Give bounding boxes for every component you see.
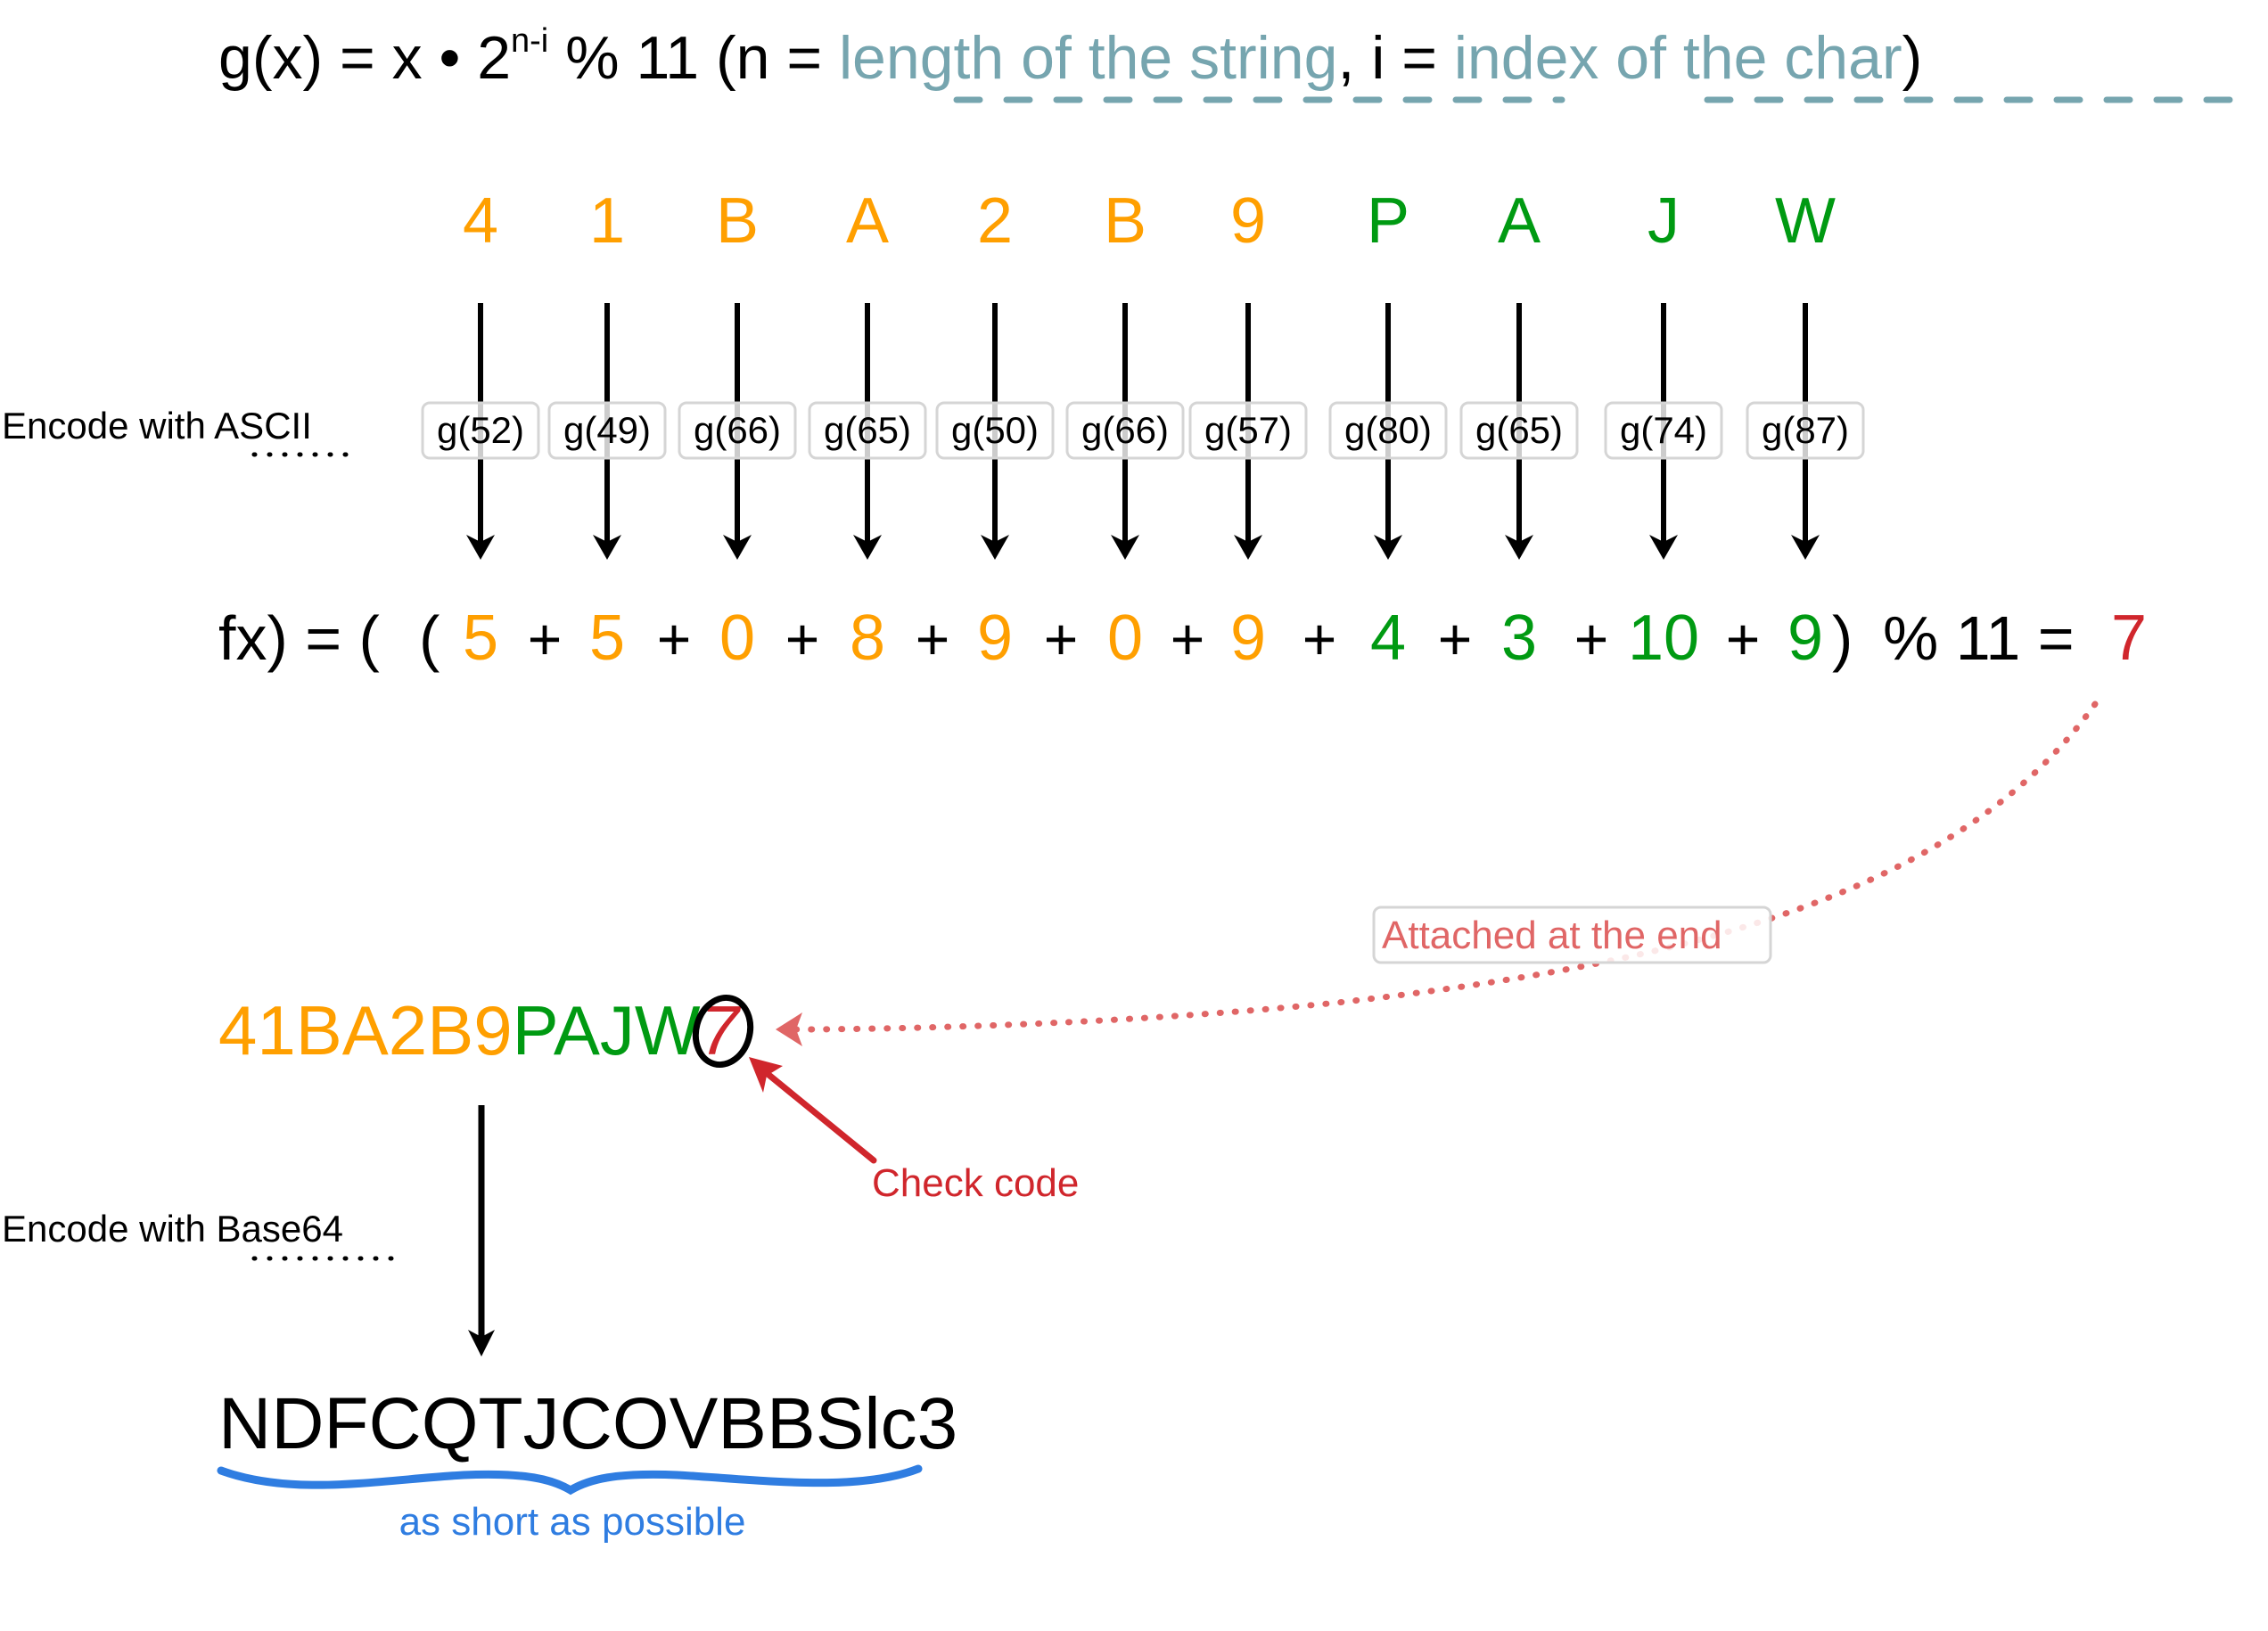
encoded-text: 41BA2B9PAJW7 (218, 991, 742, 1070)
term-length-of-string: length of the string (839, 24, 1337, 92)
plus-sign: + (1302, 606, 1337, 672)
source-char: B (716, 185, 759, 257)
column-0: 4 g(52) (421, 185, 540, 560)
character-columns: 4g(52)1g(49)Bg(66)Ag(65)2g(50)Bg(66)9g(5… (421, 185, 1865, 560)
sum-term: 0 (719, 602, 755, 674)
column-6: 9 g(57) (1188, 185, 1308, 560)
svg-text:Attached at the end: Attached at the end (1382, 914, 1722, 957)
short-note: as short as possible (399, 1500, 746, 1544)
plus-sign: + (785, 606, 820, 672)
source-char: 9 (1230, 185, 1266, 257)
column-4: 2 g(50) (935, 185, 1055, 560)
g-box-label: g(74) (1620, 409, 1707, 451)
g-box-label: g(66) (1081, 409, 1169, 451)
g-box-label: g(65) (824, 409, 911, 451)
source-char: J (1648, 185, 1680, 257)
title-prefix: g(x) = x • 2n-i % 11 (n = length of the … (218, 22, 1922, 92)
column-10: Wg(87) (1746, 185, 1865, 560)
sum-prefix: fx) = ( (218, 603, 380, 673)
g-box-label: g(50) (951, 409, 1039, 451)
svg-text:Encode with ASCII: Encode with ASCII (2, 405, 312, 447)
attached-label: Attached at the end (1372, 906, 1772, 964)
svg-text:Encode with Base64: Encode with Base64 (2, 1208, 343, 1250)
g-box-label: g(66) (694, 409, 781, 451)
plus-sign: + (1044, 606, 1079, 672)
plus-sign: + (1726, 606, 1761, 672)
attach-curve-arrow (790, 701, 2099, 1033)
sum-term: 0 (1107, 602, 1143, 674)
source-char: P (1367, 185, 1409, 257)
check-code-arrow (759, 1066, 877, 1164)
sum-formula: fx) = ( (5 +5 +0 +8 +9 +0 +9 +4 +3 +10 +9) % 11 = 7 (218, 602, 2147, 674)
mod-eq: % 11 = (1883, 603, 2075, 673)
column-3: Ag(65) (808, 185, 927, 560)
source-char: 4 (463, 185, 498, 257)
column-5: Bg(66) (1065, 185, 1185, 560)
column-8: Ag(65) (1459, 185, 1579, 560)
encode-base64-label: Encode with Base64 (2, 1208, 404, 1261)
source-char: W (1775, 185, 1836, 257)
g-box-label: g(65) (1475, 409, 1563, 451)
plus-sign: + (1438, 606, 1473, 672)
g-formula-title: g(x) = x • 2n-i % 11 (n = length of the … (218, 22, 2246, 103)
plus-sign: + (1574, 606, 1609, 672)
g-box-label: g(52) (437, 409, 524, 451)
plus-sign: + (1171, 606, 1205, 672)
ascii-term: ASCII (214, 405, 312, 447)
encoded-string: 41BA2B9PAJW7 (218, 991, 754, 1070)
source-char: A (846, 185, 889, 257)
g-box-label: g(87) (1762, 409, 1849, 451)
base64-result: NDFCQTJCOVBBSlc3 (218, 1383, 957, 1464)
g-box-label: g(80) (1344, 409, 1432, 451)
g-box-label: g(49) (563, 409, 651, 451)
source-char: 2 (977, 185, 1013, 257)
source-char: 1 (589, 185, 625, 257)
sum-term: 5 (463, 602, 498, 674)
sum-term: 9 (977, 602, 1013, 674)
base64-term: Base64 (216, 1208, 342, 1250)
g-box-label: g(57) (1204, 409, 1292, 451)
sum-term: 3 (1501, 602, 1537, 674)
sum-term: 10 (1628, 602, 1699, 674)
check-code-arrowhead-icon (749, 1057, 783, 1093)
open-paren: ( (419, 603, 440, 673)
check-code-label: Check code (872, 1161, 1079, 1205)
source-char: A (1498, 185, 1541, 257)
plus-sign: + (916, 606, 950, 672)
close-paren: ) (1832, 603, 1853, 673)
curly-brace-icon (217, 1464, 923, 1496)
plus-sign: + (528, 606, 563, 672)
diagram-canvas: g(x) = x • 2n-i % 11 (n = length of the … (2, 22, 2246, 1544)
source-char: B (1104, 185, 1146, 257)
encode-ascii-label: Encode with ASCII (2, 405, 359, 457)
column-7: Pg(80) (1328, 185, 1448, 560)
sum-term: 9 (1230, 602, 1266, 674)
sum-result: 7 (2111, 602, 2147, 674)
sum-term: 9 (1787, 602, 1823, 674)
column-9: Jg(74) (1604, 185, 1723, 560)
column-2: Bg(66) (678, 185, 797, 560)
plus-sign: + (657, 606, 692, 672)
term-index-of-char: index of the char (1454, 24, 1902, 92)
sum-term: 8 (850, 602, 885, 674)
sum-term: 4 (1370, 602, 1406, 674)
sum-term: 5 (589, 602, 625, 674)
column-1: 1 g(49) (547, 185, 667, 560)
